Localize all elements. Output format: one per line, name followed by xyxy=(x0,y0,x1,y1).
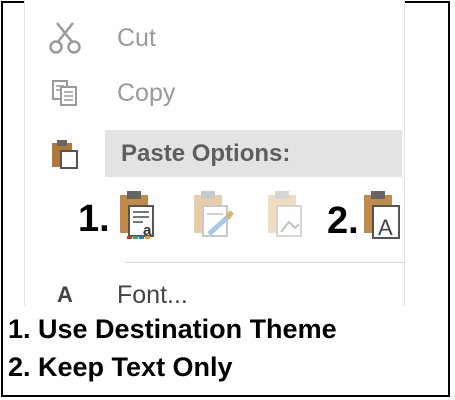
menu-item-cut[interactable]: Cut xyxy=(25,12,404,64)
paste-option-number-1: 1. xyxy=(78,198,110,240)
cut-label: Cut xyxy=(117,23,156,52)
svg-text:A: A xyxy=(378,215,393,240)
copy-label: Copy xyxy=(117,78,176,107)
clipboard-icon xyxy=(39,130,91,177)
paste-options-heading: Paste Options: xyxy=(105,130,402,177)
annotation-captions: 1. Use Destination Theme 2. Keep Text On… xyxy=(8,310,337,386)
scissors-icon xyxy=(39,12,91,64)
use-destination-theme-icon[interactable]: a xyxy=(117,190,159,245)
caption-keep-text-only: 2. Keep Text Only xyxy=(8,352,233,382)
menu-item-copy[interactable]: Copy xyxy=(25,67,404,119)
picture-paste-icon[interactable] xyxy=(265,190,309,245)
context-menu: Cut Copy Paste Options: 1. a 2. A A Font… xyxy=(24,0,405,309)
copy-icon xyxy=(39,67,91,119)
keep-source-formatting-icon[interactable] xyxy=(191,190,235,245)
keep-text-only-icon[interactable]: A xyxy=(361,190,403,247)
menu-divider xyxy=(125,262,404,263)
paste-options-row: 1. a 2. A xyxy=(25,190,404,266)
paste-option-number-2: 2. xyxy=(327,200,359,242)
caption-use-destination-theme: 1. Use Destination Theme xyxy=(8,314,337,344)
